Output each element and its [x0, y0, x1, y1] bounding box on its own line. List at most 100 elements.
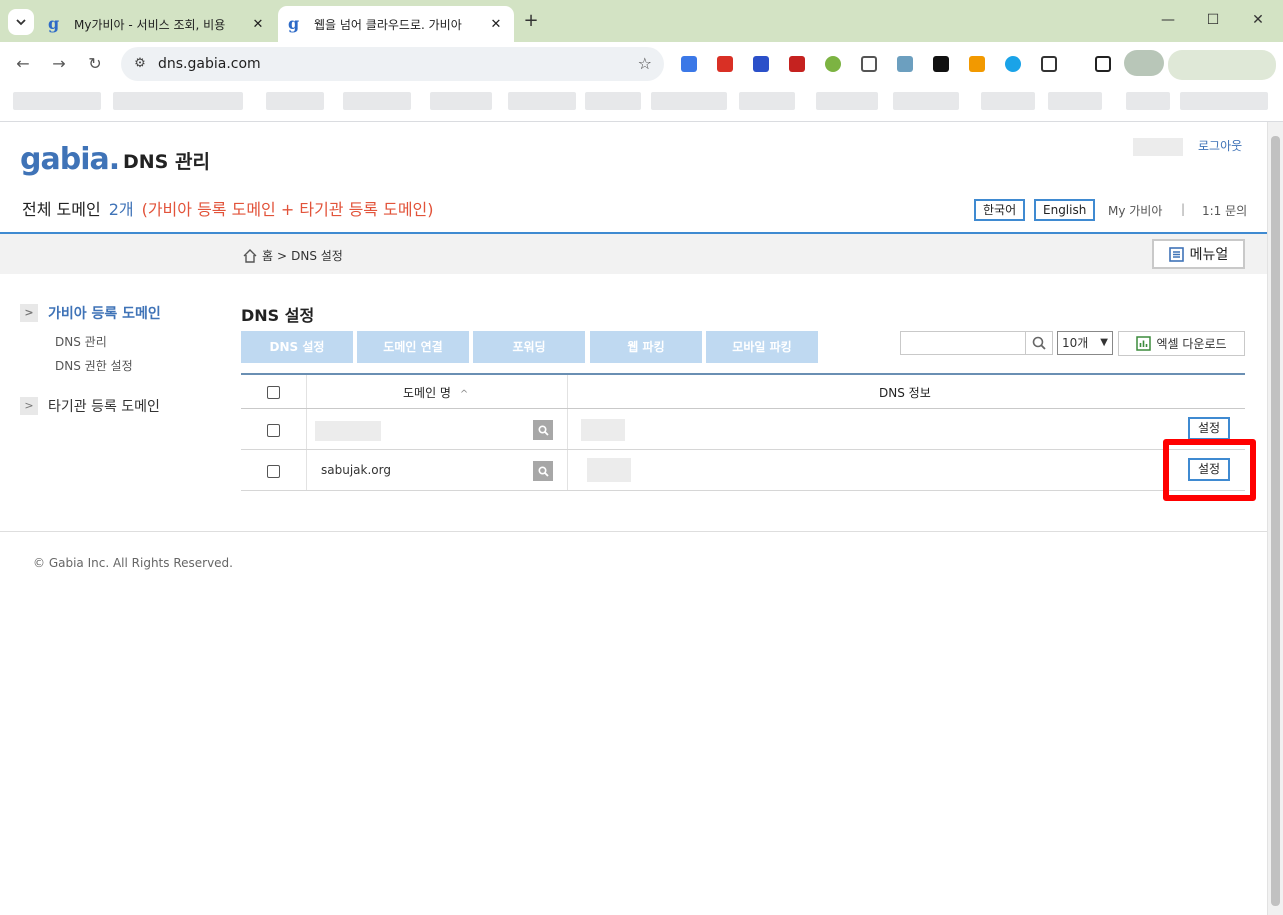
ai-extension-icon[interactable] [933, 56, 949, 72]
domain-count: 전체 도메인 2개 (가비아 등록 도메인 + 타기관 등록 도메인) [22, 196, 434, 220]
lang-korean-button[interactable]: 한국어 [974, 199, 1026, 221]
domain-lookup-button[interactable] [533, 461, 553, 481]
bookmark-item[interactable] [113, 92, 243, 110]
address-bar[interactable]: ⚙ dns.gabia.com ☆ [121, 47, 664, 81]
manual-button-label: 메뉴얼 [1189, 247, 1229, 263]
location-bar: 홈 > DNS 설정 메뉴얼 [0, 232, 1267, 274]
logout-link[interactable]: 로그아웃 [1198, 137, 1242, 154]
download-extension-icon[interactable] [753, 56, 769, 72]
search-icon [1032, 336, 1046, 350]
bookmark-item[interactable] [651, 92, 727, 110]
bookmark-item[interactable] [266, 92, 324, 110]
browser-tab-gabia-active[interactable]: g 웹을 넘어 클라우드로. 가비아 ✕ [278, 6, 514, 42]
video-extension-icon[interactable] [717, 56, 733, 72]
browser-titlebar: g My가비아 - 서비스 조회, 비용 ✕ g 웹을 넘어 클라우드로. 가비… [0, 0, 1283, 42]
chat-extension-icon[interactable] [1005, 56, 1021, 72]
sidebar-item-dns-management[interactable]: DNS 관리 [55, 333, 107, 350]
excel-download-button[interactable]: 엑셀 다운로드 [1118, 331, 1245, 356]
maximize-icon[interactable]: ☐ [1198, 8, 1228, 32]
chevron-right-icon: > [20, 304, 38, 322]
domain-lookup-button[interactable] [533, 420, 553, 440]
magnifier-icon [537, 465, 549, 477]
breadcrumb-current: DNS 설정 [291, 249, 343, 263]
table-row: sabujak.org 설정 [241, 450, 1245, 491]
profile-avatar[interactable] [1124, 50, 1164, 76]
bookmark-item[interactable] [1126, 92, 1170, 110]
bookmark-item[interactable] [585, 92, 641, 110]
dns-settings-button[interactable]: 설정 [1188, 417, 1230, 440]
page-scrollbar[interactable] [1267, 122, 1283, 915]
document-icon [1168, 246, 1184, 262]
url-text[interactable]: dns.gabia.com [158, 56, 261, 72]
new-tab-icon[interactable]: + [520, 10, 542, 32]
color-extension-icon[interactable] [969, 56, 985, 72]
profile-button[interactable] [1168, 50, 1276, 80]
forward-arrow-icon[interactable]: → [47, 52, 71, 76]
page-size-value: 10개 [1062, 336, 1089, 350]
tab-domain-connect[interactable]: 도메인 연결 [357, 331, 469, 363]
plant-extension-icon[interactable] [825, 56, 841, 72]
tab-forwarding[interactable]: 포워딩 [473, 331, 585, 363]
scrollbar-thumb[interactable] [1271, 136, 1280, 906]
manual-button[interactable]: 메뉴얼 [1152, 239, 1245, 269]
translate-extension-icon[interactable] [681, 56, 697, 72]
lang-english-button[interactable]: English [1034, 199, 1096, 221]
page-size-select[interactable]: 10개 ▼ [1057, 331, 1113, 355]
sidebar-group-gabia-domains[interactable]: > 가비아 등록 도메인 [20, 303, 161, 323]
globe-extension-icon[interactable] [897, 56, 913, 72]
gabia-logo[interactable]: gabia. [20, 142, 120, 177]
highlight-annotation [1163, 439, 1256, 501]
pdf-extension-icon[interactable] [789, 56, 805, 72]
browser-tab-mygabia[interactable]: g My가비아 - 서비스 조회, 비용 ✕ [38, 6, 276, 42]
row-checkbox[interactable] [267, 465, 280, 478]
col-domain-header[interactable]: 도메인 명 ^ [403, 384, 468, 401]
bookmark-item[interactable] [1180, 92, 1268, 110]
search-button[interactable] [1025, 331, 1053, 355]
breadcrumb-home[interactable]: 홈 [262, 247, 273, 264]
minimize-icon[interactable]: — [1153, 8, 1183, 32]
tab-search-button[interactable] [8, 9, 34, 35]
gabia-favicon-icon: g [48, 14, 60, 33]
browser-toolbar: ← → ↻ ⚙ dns.gabia.com ☆ [0, 42, 1283, 86]
tab-close-icon[interactable]: ✕ [250, 17, 266, 32]
tab-close-icon[interactable]: ✕ [488, 17, 504, 32]
site-settings-icon[interactable]: ⚙ [131, 55, 149, 73]
bookmark-extension-icon[interactable] [861, 56, 877, 72]
bookmark-item[interactable] [893, 92, 959, 110]
bookmark-item[interactable] [981, 92, 1035, 110]
inquiry-link[interactable]: 1:1 문의 [1202, 202, 1247, 219]
bookmark-item[interactable] [343, 92, 411, 110]
tab-mobile-parking[interactable]: 모바일 파킹 [706, 331, 818, 363]
dns-info-redacted [587, 458, 631, 482]
sidebar-group-other-domains[interactable]: > 타기관 등록 도메인 [20, 396, 160, 416]
dns-info-redacted [581, 419, 625, 441]
sidebar-item-dns-permission[interactable]: DNS 권한 설정 [55, 357, 133, 374]
home-icon[interactable] [242, 248, 258, 264]
bookmark-item[interactable] [13, 92, 101, 110]
select-all-checkbox[interactable] [267, 386, 280, 399]
footer-divider [0, 531, 1267, 532]
domain-name[interactable]: sabujak.org [321, 463, 391, 477]
bookmark-item[interactable] [816, 92, 878, 110]
bookmark-item[interactable] [508, 92, 576, 110]
back-arrow-icon[interactable]: ← [11, 52, 35, 76]
bookmark-item[interactable] [1048, 92, 1102, 110]
search-input[interactable] [900, 331, 1026, 355]
window-close-icon[interactable]: ✕ [1243, 8, 1273, 32]
my-gabia-link[interactable]: My 가비아 [1108, 202, 1162, 219]
bookmark-star-icon[interactable]: ☆ [638, 54, 652, 73]
reload-icon[interactable]: ↻ [83, 52, 107, 76]
tab-dns-settings[interactable]: DNS 설정 [241, 331, 353, 363]
side-panel-icon[interactable] [1095, 56, 1111, 72]
row-checkbox[interactable] [267, 424, 280, 437]
tab-title: My가비아 - 서비스 조회, 비용 [74, 17, 226, 32]
chevron-down-icon: ▼ [1100, 337, 1108, 348]
tab-web-parking[interactable]: 웹 파킹 [590, 331, 702, 363]
excel-download-label: 엑셀 다운로드 [1156, 337, 1227, 351]
domain-count-note: (가비아 등록 도메인 + 타기관 등록 도메인) [141, 200, 434, 219]
domain-name-redacted [315, 421, 381, 441]
puzzle-extensions-icon[interactable] [1041, 56, 1057, 72]
bookmark-item[interactable] [430, 92, 492, 110]
bookmark-item[interactable] [739, 92, 795, 110]
sort-asc-icon[interactable]: ^ [460, 389, 468, 400]
